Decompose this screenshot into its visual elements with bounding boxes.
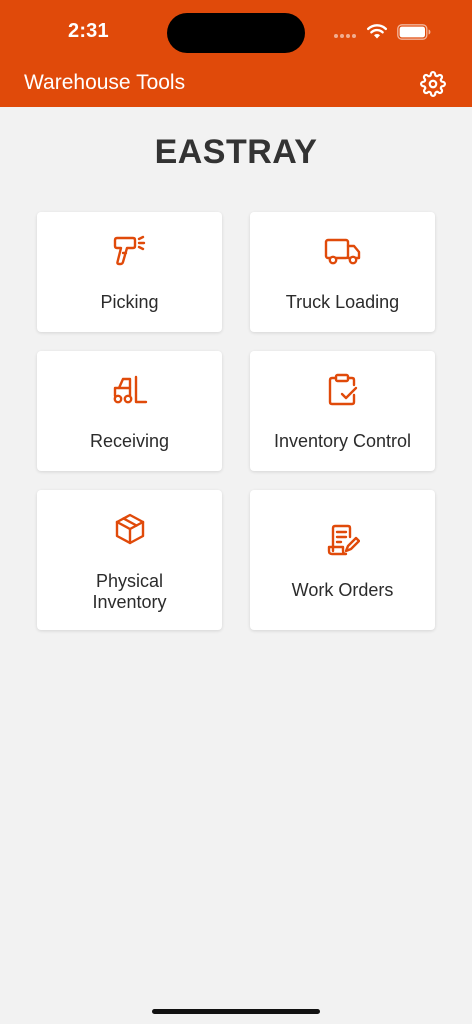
status-time: 2:31 bbox=[68, 20, 109, 42]
truck-icon bbox=[250, 234, 435, 268]
tile-inventory-control[interactable]: Inventory Control bbox=[250, 351, 435, 471]
settings-button[interactable] bbox=[419, 70, 447, 98]
dynamic-island bbox=[167, 13, 305, 53]
tile-physical-inventory[interactable]: Physical Inventory bbox=[37, 490, 222, 630]
gear-icon bbox=[420, 71, 446, 97]
tile-label-line: Physical bbox=[95, 571, 164, 591]
screen: 2:31 Warehouse Tools EASTRAY Picking Tru… bbox=[0, 0, 472, 1024]
document-edit-icon bbox=[250, 523, 435, 557]
barcode-scanner-icon bbox=[37, 234, 222, 268]
home-indicator[interactable] bbox=[152, 1009, 320, 1014]
brand-title: EASTRAY bbox=[154, 133, 318, 171]
tile-receiving[interactable]: Receiving bbox=[37, 351, 222, 471]
clipboard-check-icon bbox=[250, 373, 435, 407]
tile-label-receiving: Receiving bbox=[89, 431, 170, 451]
tile-truck-loading[interactable]: Truck Loading bbox=[250, 212, 435, 332]
app-title: Warehouse Tools bbox=[24, 71, 186, 94]
tile-picking[interactable]: Picking bbox=[37, 212, 222, 332]
cellular-signal-icon bbox=[334, 34, 356, 38]
battery-icon bbox=[397, 24, 431, 40]
wifi-icon bbox=[367, 24, 387, 39]
forklift-icon bbox=[37, 373, 222, 407]
tile-label-inventory-control: Inventory Control bbox=[273, 431, 412, 451]
tile-work-orders[interactable]: Work Orders bbox=[250, 490, 435, 630]
tile-label-picking: Picking bbox=[100, 292, 159, 312]
tile-label-line: Inventory bbox=[92, 592, 167, 612]
header: 2:31 Warehouse Tools bbox=[0, 0, 472, 107]
tile-label-truck-loading: Truck Loading bbox=[285, 292, 400, 312]
tile-label-physical-inventory: Physical Inventory bbox=[37, 571, 222, 613]
box-icon bbox=[37, 512, 222, 546]
tile-label-work-orders: Work Orders bbox=[291, 580, 394, 600]
